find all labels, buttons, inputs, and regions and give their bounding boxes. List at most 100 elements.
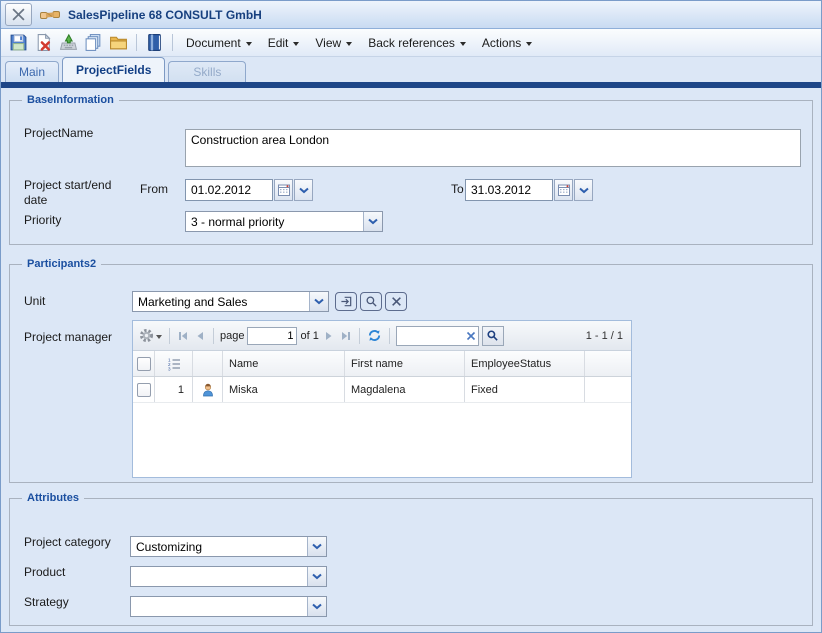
priority-select[interactable]: 3 - normal priority: [185, 211, 383, 232]
page-label: page: [220, 330, 244, 342]
product-select[interactable]: [130, 566, 327, 587]
priority-value: 3 - normal priority: [186, 212, 363, 231]
search-icon: [365, 295, 378, 308]
svg-text:3: 3: [168, 366, 171, 371]
to-label: To: [451, 182, 464, 196]
row-name-cell: Miska: [223, 377, 345, 402]
close-button[interactable]: [5, 3, 32, 26]
page-input[interactable]: [247, 327, 297, 345]
grid-settings-button[interactable]: [138, 327, 163, 344]
page-of-label: of 1: [300, 330, 318, 342]
tab-main[interactable]: Main: [5, 61, 59, 82]
unit-actions: [335, 292, 407, 311]
unit-open-button[interactable]: [335, 292, 357, 311]
grid-toolbar-separator: [389, 328, 390, 344]
row-number-icon: 123: [167, 357, 181, 371]
record-range-label: 1 - 1 / 1: [586, 330, 626, 342]
save-icon: [9, 33, 28, 52]
grid-search-box: [396, 326, 479, 346]
copy-button[interactable]: [81, 31, 106, 55]
select-all-checkbox[interactable]: [137, 357, 151, 371]
menu-document[interactable]: Document: [178, 33, 260, 53]
from-date-input[interactable]: [185, 179, 273, 201]
chevron-down-icon: [314, 298, 324, 305]
record-window: SalesPipeline 68 CONSULT GmbH: [0, 0, 822, 633]
project-category-select[interactable]: Customizing: [130, 536, 327, 557]
tab-projectfields[interactable]: ProjectFields: [62, 57, 165, 82]
menu-label: Document: [186, 36, 241, 50]
chevron-down-icon: [312, 543, 322, 550]
strategy-select[interactable]: [130, 596, 327, 617]
menu-back-references[interactable]: Back references: [360, 33, 474, 53]
section-legend: Participants2: [22, 258, 101, 270]
person-icon: [200, 382, 216, 398]
open-record-icon: [340, 295, 353, 308]
project-category-dropdown-button[interactable]: [307, 537, 326, 556]
tab-bar-accent: [1, 82, 821, 88]
report-button[interactable]: [142, 31, 167, 55]
grid-search-button[interactable]: [482, 326, 504, 346]
projectname-input[interactable]: Construction area London: [185, 129, 801, 167]
folder-button[interactable]: [106, 31, 131, 55]
toolbar-separator: [136, 34, 137, 51]
product-label: Product: [24, 565, 65, 579]
from-date-group: [185, 179, 313, 201]
priority-label: Priority: [24, 213, 61, 227]
row-number-column-header[interactable]: 123: [155, 351, 193, 376]
strategy-dropdown-button[interactable]: [307, 597, 326, 616]
chevron-down-icon: [293, 42, 299, 46]
refresh-button[interactable]: [366, 327, 383, 344]
project-manager-grid: page of 1: [132, 320, 632, 478]
row-status-cell: Fixed: [465, 377, 585, 402]
delete-button[interactable]: [31, 31, 56, 55]
first-page-button[interactable]: [176, 329, 190, 343]
icon-column-header[interactable]: [193, 351, 223, 376]
prev-page-icon: [194, 330, 206, 342]
to-date-input[interactable]: [465, 179, 553, 201]
menu-actions[interactable]: Actions: [474, 33, 540, 53]
row-number-cell: 1: [155, 377, 193, 402]
next-page-button[interactable]: [322, 329, 336, 343]
menu-label: Back references: [368, 36, 455, 50]
row-checkbox[interactable]: [137, 383, 151, 397]
to-calendar-button[interactable]: [554, 179, 573, 201]
unit-dropdown-button[interactable]: [309, 292, 328, 311]
product-dropdown-button[interactable]: [307, 567, 326, 586]
clear-icon: [466, 331, 476, 341]
grid-search-input[interactable]: [397, 328, 465, 344]
from-calendar-button[interactable]: [274, 179, 293, 201]
from-label: From: [140, 182, 168, 196]
to-date-dropdown-button[interactable]: [574, 179, 593, 201]
menu-edit[interactable]: Edit: [260, 33, 308, 53]
unit-search-button[interactable]: [360, 292, 382, 311]
section-attributes: Attributes Project category Customizing …: [9, 492, 813, 626]
next-page-icon: [323, 330, 335, 342]
column-header-employeestatus[interactable]: EmployeeStatus: [465, 351, 585, 376]
strategy-value: [131, 597, 307, 616]
column-header-first-name[interactable]: First name: [345, 351, 465, 376]
chevron-down-icon: [312, 573, 322, 580]
menu-view[interactable]: View: [307, 33, 360, 53]
grid-search-clear-button[interactable]: [465, 330, 477, 342]
tab-strip: Main ProjectFields Skills: [1, 57, 821, 88]
row-empty-cell: [585, 377, 631, 402]
tab-skills[interactable]: Skills: [168, 61, 246, 82]
prev-page-button[interactable]: [193, 329, 207, 343]
priority-dropdown-button[interactable]: [363, 212, 382, 231]
from-date-dropdown-button[interactable]: [294, 179, 313, 201]
unit-select[interactable]: Marketing and Sales: [132, 291, 329, 312]
last-page-button[interactable]: [339, 329, 353, 343]
column-header-name[interactable]: Name: [223, 351, 345, 376]
select-all-cell[interactable]: [133, 351, 155, 376]
table-row[interactable]: 1 Miska Magdalena Fixed: [133, 377, 631, 403]
unit-clear-button[interactable]: [385, 292, 407, 311]
tab-label: Main: [19, 65, 45, 79]
menu-label: View: [315, 36, 341, 50]
date-range-label: Project start/end date: [24, 178, 136, 208]
unit-label: Unit: [24, 294, 45, 308]
save-button[interactable]: [6, 31, 31, 55]
window-title: SalesPipeline 68 CONSULT GmbH: [68, 8, 262, 22]
row-select-cell[interactable]: [133, 377, 155, 402]
strategy-label: Strategy: [24, 595, 69, 609]
import-button[interactable]: [56, 31, 81, 55]
